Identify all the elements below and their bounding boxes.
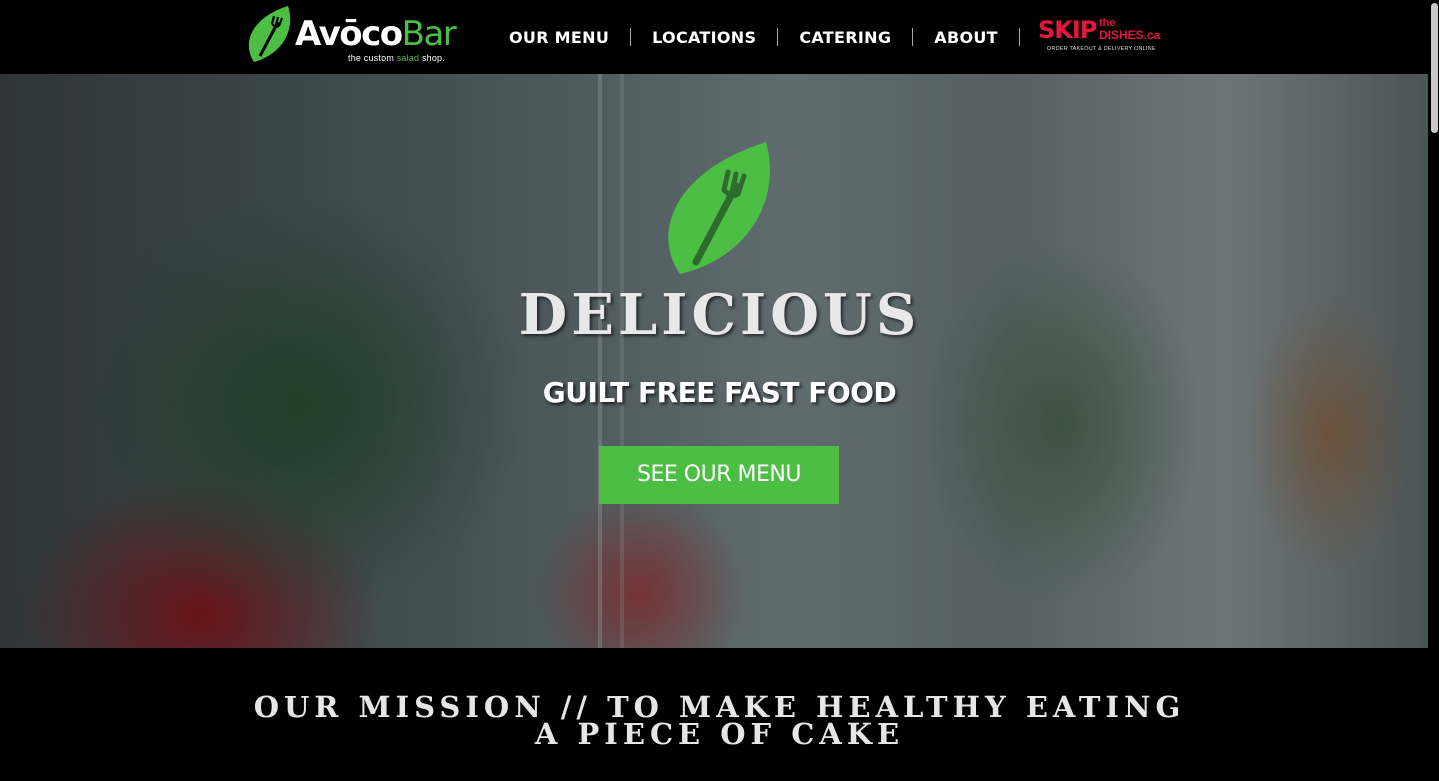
site-header: AvōcoBar the custom salad shop. OUR MENU… — [0, 0, 1439, 74]
tagline-pre: the custom — [348, 53, 397, 63]
nav-divider — [1018, 28, 1020, 46]
nav-about[interactable]: ABOUT — [913, 28, 1019, 47]
leaf-fork-icon — [668, 142, 770, 274]
main-nav: OUR MENU LOCATIONS CATERING ABOUT — [488, 22, 1020, 52]
leaf-fork-icon — [248, 6, 291, 62]
site-logo[interactable]: AvōcoBar the custom salad shop. — [248, 4, 457, 66]
hero-title: DELICIOUS — [518, 282, 921, 348]
skip-logo-subtitle: ORDER TAKEOUT & DELIVERY ONLINE — [1047, 46, 1156, 52]
skip-logo-dishes: DISHES.ca — [1099, 28, 1161, 42]
nav-our-menu[interactable]: OUR MENU — [488, 28, 630, 47]
skip-logo-main: SKIP — [1038, 16, 1097, 44]
mission-line-2: A PIECE OF CAKE — [534, 717, 905, 751]
scrollbar-thumb[interactable] — [1431, 3, 1438, 133]
nav-locations[interactable]: LOCATIONS — [631, 28, 777, 47]
tagline-green: salad — [396, 53, 420, 63]
hero-banner: DELICIOUS GUILT FREE FAST FOOD SEE OUR M… — [0, 74, 1439, 648]
mission-statement: OUR MISSION // TO MAKE HEALTHY EATING A … — [0, 693, 1439, 751]
skip-the-dishes-link[interactable]: SKIP the DISHES.ca ORDER TAKEOUT & DELIV… — [1038, 16, 1162, 58]
logo-name-part2: Bar — [401, 14, 457, 54]
mission-section: OUR MISSION // TO MAKE HEALTHY EATING A … — [0, 648, 1439, 781]
tagline-post: shop. — [419, 53, 445, 63]
logo-wordmark: AvōcoBar — [295, 14, 457, 54]
nav-catering[interactable]: CATERING — [778, 28, 912, 47]
logo-tagline: the custom salad shop. — [348, 53, 445, 63]
see-our-menu-button[interactable]: SEE OUR MENU — [599, 446, 839, 504]
logo-name-part1: Avōco — [295, 14, 403, 54]
hero-subtitle: GUILT FREE FAST FOOD — [542, 376, 897, 409]
